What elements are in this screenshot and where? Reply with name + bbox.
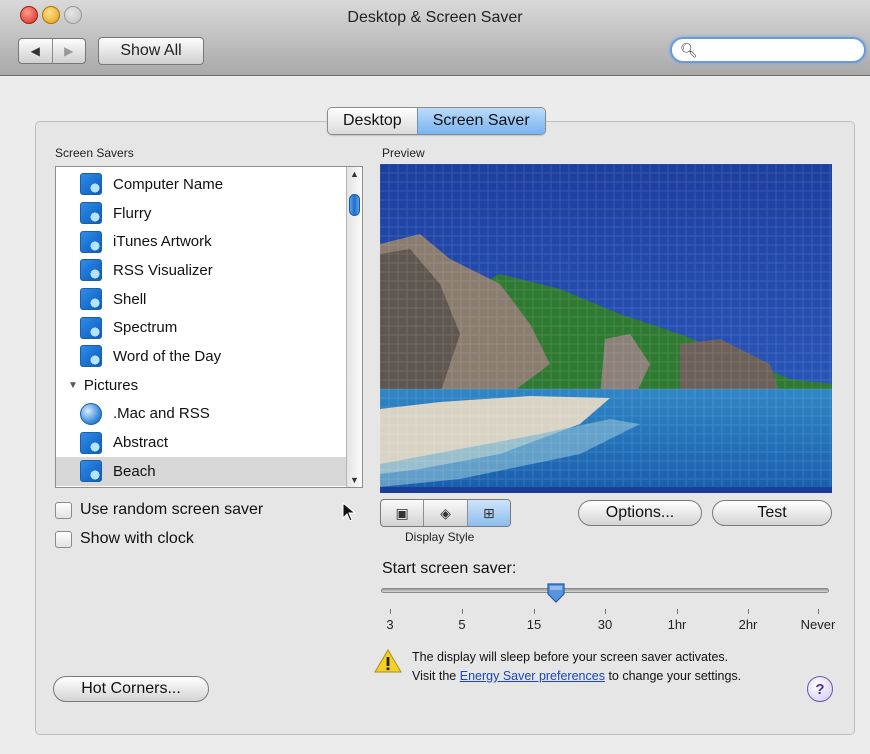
warning-line-1: The display will sleep before your scree… <box>412 650 729 664</box>
slider-tick <box>390 609 391 614</box>
screensaver-icon <box>80 173 102 196</box>
list-item-label: Flurry <box>113 204 152 222</box>
screensaver-icon <box>80 259 102 282</box>
disclosure-triangle-icon[interactable]: ▼ <box>68 380 78 391</box>
warning-suffix: to change your settings. <box>608 669 742 683</box>
checkbox-icon[interactable] <box>55 501 72 519</box>
hot-corners-button[interactable]: Hot Corners... <box>53 676 209 702</box>
start-screen-saver-slider[interactable] <box>381 588 829 593</box>
screensaver-icon <box>80 288 102 311</box>
list-item[interactable]: Abstract <box>56 428 346 457</box>
list-item[interactable]: Shell <box>56 285 346 314</box>
list-category-pictures[interactable]: ▼ Pictures <box>56 371 346 400</box>
screen-saver-items: Computer Name Flurry iTunes Artwork RSS Vis… <box>56 170 346 486</box>
list-item-label: Beach <box>113 462 156 480</box>
energy-warning-text: The display will sleep before your scree… <box>412 648 741 686</box>
display-style-mirror-icon[interactable]: ◈ <box>423 500 466 526</box>
screensaver-icon <box>80 460 102 483</box>
show-clock-label: Show with clock <box>80 530 194 547</box>
list-item[interactable]: Spectrum <box>56 313 346 342</box>
display-style-control: ▣ ◈ ⊞ <box>380 499 511 527</box>
screen-saver-list[interactable]: Computer Name Flurry iTunes Artwork RSS Vis… <box>55 166 363 488</box>
slider-tick <box>462 609 463 614</box>
slider-tick <box>818 609 819 614</box>
slider-tick <box>748 609 749 614</box>
back-forward-control: ◀ ▶ <box>18 38 86 64</box>
list-item-label: Shell <box>113 290 147 308</box>
screen-saver-preview <box>380 164 832 493</box>
tab-bar: Desktop Screen Saver <box>327 107 546 135</box>
energy-saver-link[interactable]: Energy Saver preferences <box>460 669 605 683</box>
slider-tick-label: 15 <box>526 617 542 632</box>
list-item-label: Pictures <box>83 376 139 394</box>
screensaver-icon <box>80 316 102 339</box>
list-scrollbar[interactable]: ▲ ▼ <box>346 167 362 487</box>
system-preferences-window: Desktop & Screen Saver ◀ ▶ Show All 🔍︎ D… <box>0 0 870 754</box>
list-item-label: Spectrum <box>113 319 178 337</box>
forward-arrow-icon[interactable]: ▶ <box>51 39 86 63</box>
screensaver-icon <box>80 230 102 253</box>
slider-knob[interactable] <box>546 582 566 604</box>
slider-tick-label: 5 <box>458 617 466 632</box>
display-style-grid-icon[interactable]: ⊞ <box>466 500 510 526</box>
slider-tick-label: 2hr <box>738 617 758 632</box>
slider-tick-label: 30 <box>597 617 613 632</box>
screensaver-icon <box>80 431 102 454</box>
list-item[interactable]: iTunes Artwork <box>56 227 346 256</box>
search-field[interactable]: 🔍︎ <box>670 37 866 63</box>
list-item-label: RSS Visualizer <box>113 261 213 279</box>
window-title: Desktop & Screen Saver <box>347 9 523 26</box>
toolbar: Desktop & Screen Saver ◀ ▶ Show All 🔍︎ <box>0 0 870 76</box>
random-screen-saver-checkbox[interactable]: Use random screen saver <box>55 501 263 519</box>
preview-label: Preview <box>382 146 425 160</box>
list-item[interactable]: Word of the Day <box>56 342 346 371</box>
search-icon: 🔍︎ <box>680 42 698 58</box>
back-arrow-icon[interactable]: ◀ <box>19 39 52 63</box>
warning-icon <box>374 649 402 673</box>
list-item[interactable]: Beach <box>56 456 346 486</box>
display-style-main-screen-icon[interactable]: ▣ <box>381 500 423 526</box>
screensaver-icon <box>80 345 102 368</box>
list-item-label: iTunes Artwork <box>113 233 212 251</box>
mouse-pointer-icon <box>342 502 356 522</box>
show-clock-checkbox[interactable]: Show with clock <box>55 530 194 548</box>
tab-desktop[interactable]: Desktop <box>328 108 417 134</box>
list-item[interactable]: RSS Visualizer <box>56 256 346 285</box>
random-screen-saver-label: Use random screen saver <box>80 501 264 518</box>
display-style-label: Display Style <box>405 530 475 544</box>
scroll-thumb[interactable] <box>349 194 360 216</box>
screensaver-icon <box>80 202 102 225</box>
list-item-label: Word of the Day <box>113 347 222 365</box>
list-item[interactable]: Flurry <box>56 199 346 228</box>
warning-prefix: Visit the <box>412 669 457 683</box>
checkbox-icon[interactable] <box>55 530 72 548</box>
list-item-label: Computer Name <box>113 175 224 193</box>
slider-tick <box>677 609 678 614</box>
warning-line-2: Visit the Energy Saver preferences to ch… <box>412 667 741 686</box>
scroll-up-icon[interactable]: ▲ <box>347 169 362 179</box>
test-button[interactable]: Test <box>712 500 832 526</box>
slider-tick-label: 1hr <box>667 617 687 632</box>
help-button[interactable]: ? <box>807 676 833 702</box>
list-item-label: .Mac and RSS <box>113 405 210 423</box>
list-item[interactable]: Computer Name <box>56 170 346 199</box>
slider-tick-label: Never <box>800 617 836 632</box>
list-item-label: Abstract <box>113 434 169 452</box>
scroll-down-icon[interactable]: ▼ <box>347 475 362 485</box>
beach-preview-image <box>380 164 832 487</box>
slider-tick <box>534 609 535 614</box>
slider-tick <box>605 609 606 614</box>
start-screen-saver-label: Start screen saver: <box>382 560 517 577</box>
screen-savers-label: Screen Savers <box>55 146 134 160</box>
slider-tick-label: 3 <box>386 617 394 632</box>
tab-screen-saver[interactable]: Screen Saver <box>416 108 545 134</box>
search-input[interactable] <box>698 41 860 61</box>
options-button[interactable]: Options... <box>578 500 702 526</box>
show-all-button[interactable]: Show All <box>98 37 204 65</box>
globe-icon <box>80 402 102 425</box>
list-item[interactable]: .Mac and RSS <box>56 400 346 429</box>
